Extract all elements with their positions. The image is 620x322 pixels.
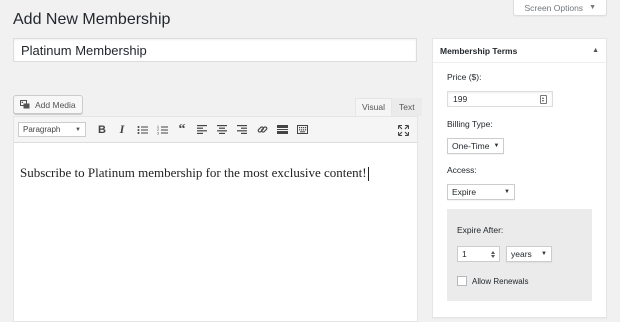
price-label: Price ($): [447, 72, 482, 82]
access-value: Expire [452, 187, 477, 197]
italic-icon: I [119, 122, 125, 136]
fullscreen-icon [397, 124, 409, 136]
fullscreen-button[interactable] [394, 121, 412, 139]
expire-unit-select[interactable]: years ▼ [506, 246, 552, 262]
svg-text:3: 3 [157, 131, 159, 135]
numbered-list-button[interactable]: 123 [152, 120, 172, 140]
metabox-heading: Membership Terms [440, 45, 518, 56]
number-stepper-icon[interactable] [491, 250, 495, 258]
align-left-button[interactable] [192, 120, 212, 140]
tab-visual[interactable]: Visual [355, 98, 392, 116]
access-select[interactable]: Expire ▼ [447, 184, 515, 200]
expire-after-label: Expire After: [457, 225, 504, 235]
align-right-button[interactable] [232, 120, 252, 140]
numbered-list-icon: 123 [157, 125, 168, 135]
billing-type-label: Billing Type: [447, 119, 493, 129]
allow-renewals-checkbox[interactable] [457, 276, 467, 286]
billing-type-value: One-Time [452, 141, 490, 151]
metabox-header[interactable]: Membership Terms ▲ [433, 39, 606, 63]
chevron-down-icon: ▼ [541, 251, 547, 257]
text-cursor [367, 167, 369, 182]
screen-options-label: Screen Options [524, 2, 584, 13]
bold-icon: B [98, 123, 106, 136]
chevron-down-icon: ▼ [75, 126, 81, 133]
link-button[interactable] [252, 120, 272, 140]
chevron-down-icon: ▼ [493, 143, 500, 149]
align-left-icon [197, 125, 207, 134]
format-select[interactable]: Paragraph ▼ [18, 122, 86, 137]
align-center-button[interactable] [212, 120, 232, 140]
title-input[interactable]: Platinum Membership [13, 38, 417, 62]
bold-button[interactable]: B [92, 120, 112, 140]
caret-down-icon: ▼ [589, 4, 596, 11]
read-more-icon [276, 125, 288, 134]
expire-panel: Expire After: 1 years ▼ Allow Renewals [447, 209, 592, 301]
billing-type-select[interactable]: One-Time ▼ [447, 138, 505, 154]
format-select-value: Paragraph [23, 125, 61, 134]
screen-options-button[interactable]: Screen Options ▼ [513, 0, 607, 16]
toolbar-toggle-button[interactable] [292, 120, 312, 140]
price-value: 199 [453, 94, 468, 104]
tab-text[interactable]: Text [392, 98, 422, 116]
spinner-icon[interactable] [540, 94, 547, 104]
toolbar-toggle-icon [296, 125, 308, 134]
access-label: Access: [447, 165, 477, 175]
page-title: Add New Membership [13, 11, 171, 28]
editor-content-text: Subscribe to Platinum membership for the… [20, 165, 367, 180]
chevron-down-icon: ▼ [504, 189, 510, 195]
expire-number-input[interactable]: 1 [457, 246, 500, 262]
blockquote-icon: “ [178, 121, 186, 137]
media-icon [20, 99, 31, 110]
membership-terms-metabox: Membership Terms ▲ Price ($): 199 Billin… [432, 38, 607, 318]
add-media-label: Add Media [35, 99, 76, 110]
align-center-icon [217, 125, 227, 134]
allow-renewals-label: Allow Renewals [472, 277, 529, 286]
editor-toolbar: Paragraph ▼ B I 123 “ [14, 117, 417, 143]
price-input[interactable]: 199 [447, 91, 553, 107]
expire-unit-value: years [511, 249, 532, 259]
editor-box: Paragraph ▼ B I 123 “ Subscribe to Plati… [13, 116, 418, 322]
blockquote-button[interactable]: “ [172, 120, 192, 140]
bulleted-list-button[interactable] [132, 120, 152, 140]
read-more-button[interactable] [272, 120, 292, 140]
expire-number-value: 1 [462, 249, 467, 259]
align-right-icon [237, 125, 247, 134]
link-icon [257, 126, 267, 133]
collapse-toggle-icon[interactable]: ▲ [592, 47, 599, 54]
editor-tabs: Visual Text [355, 98, 422, 116]
italic-button[interactable]: I [112, 120, 132, 140]
bulleted-list-icon [137, 125, 148, 134]
add-media-button[interactable]: Add Media [13, 95, 83, 114]
editor-content-area[interactable]: Subscribe to Platinum membership for the… [14, 143, 417, 203]
